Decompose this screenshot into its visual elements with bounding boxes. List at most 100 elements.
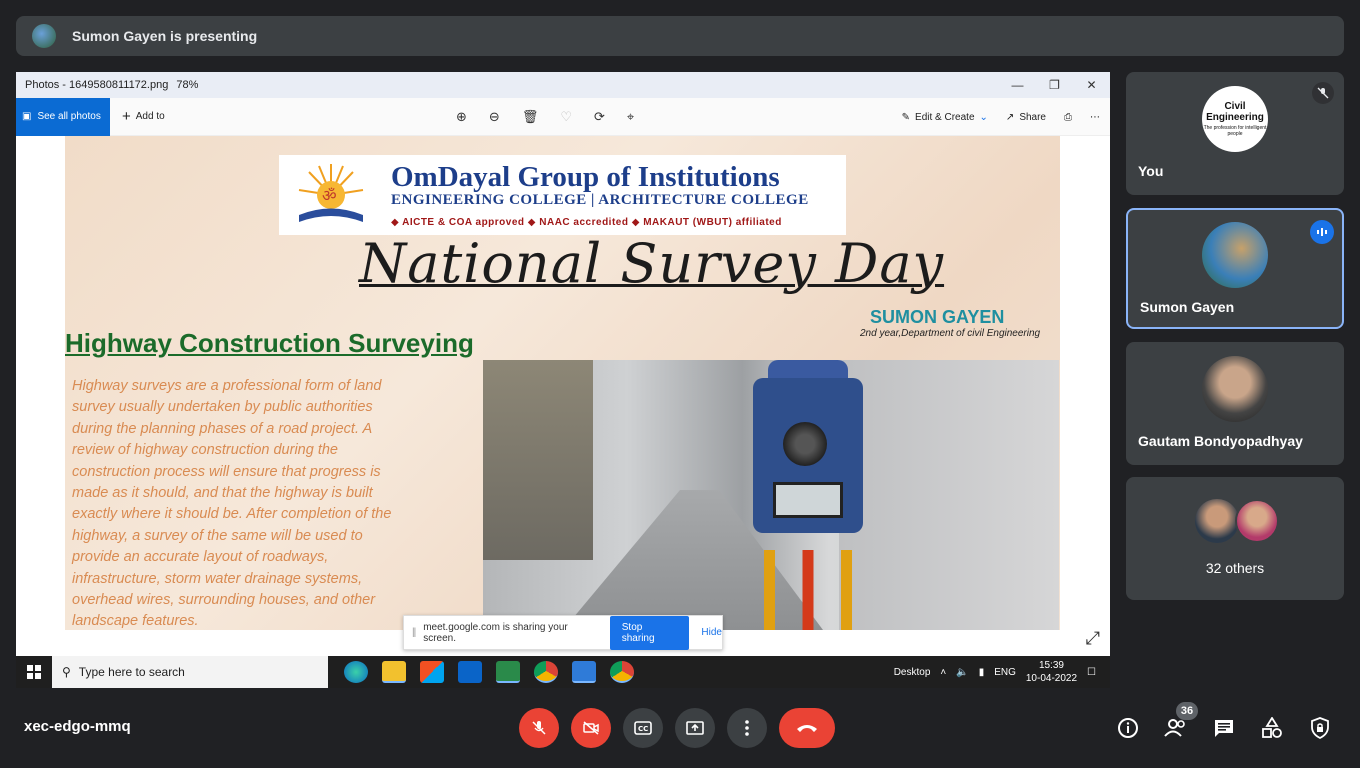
- clock-time: 15:39: [1038, 660, 1064, 671]
- windows-start-icon[interactable]: [16, 656, 52, 688]
- participant-name-others: 32 others: [1205, 560, 1265, 576]
- file-explorer-icon[interactable]: [382, 661, 406, 683]
- zoom-level: 78%: [176, 79, 199, 91]
- logo-title: OmDayal Group of Institutions: [391, 161, 780, 193]
- close-icon[interactable]: ✕: [1073, 72, 1110, 98]
- rotate-icon[interactable]: ⟳: [594, 109, 605, 125]
- captions-button[interactable]: CC: [623, 708, 663, 748]
- present-icon: [686, 721, 704, 735]
- shared-screen: Photos - 1649580811172.png 78% — ❐ ✕ ▣ S…: [16, 72, 1110, 688]
- meeting-details-button[interactable]: [1116, 714, 1140, 742]
- activities-button[interactable]: [1260, 714, 1284, 742]
- zoom-in-icon[interactable]: ⊕: [456, 109, 467, 125]
- mic-off-icon: [1312, 82, 1334, 104]
- see-all-label: See all photos: [37, 111, 101, 122]
- presenting-bar[interactable]: Sumon Gayen is presenting: [16, 16, 1344, 56]
- speaking-indicator-icon: [1310, 220, 1334, 244]
- expand-icon[interactable]: ⤢: [1086, 628, 1100, 649]
- battery-icon[interactable]: ▮: [979, 667, 985, 678]
- host-controls-button[interactable]: [1308, 714, 1332, 742]
- shield-lock-icon: [1311, 717, 1329, 739]
- you-avatar: Civil Engineering The profession for int…: [1202, 86, 1268, 152]
- share-icon: ↗: [1005, 111, 1015, 123]
- you-avatar-text: Civil Engineering: [1206, 101, 1264, 123]
- minimize-icon[interactable]: —: [999, 72, 1036, 98]
- surveying-photo: [483, 360, 1059, 630]
- photos-toolbar: ▣ See all photos + Add to ⊕ ⊖ 🗑 ♡ ⟳ ⌖ ✎ …: [16, 97, 1110, 136]
- zoom-out-icon[interactable]: ⊖: [489, 109, 500, 125]
- logo-subtitle: ENGINEERING COLLEGE | ARCHITECTURE COLLE…: [391, 192, 809, 208]
- people-icon: [1164, 719, 1185, 737]
- meeting-code: xec-edgo-mmq: [24, 718, 131, 735]
- chrome-icon-2[interactable]: [610, 661, 634, 683]
- desktop-label[interactable]: Desktop: [894, 667, 931, 678]
- participant-name-sumon-gayen: Sumon Gayen: [1140, 299, 1235, 315]
- edge-icon[interactable]: [344, 661, 368, 683]
- people-count-badge: 36: [1176, 702, 1198, 720]
- institution-logo: ॐ OmDayal Group of Institutions ENGINEER…: [279, 155, 846, 235]
- participant-tile-others[interactable]: 32 others: [1126, 477, 1344, 600]
- present-screen-button[interactable]: [675, 708, 715, 748]
- volume-icon[interactable]: 🔈: [956, 667, 968, 678]
- taskbar-search-input[interactable]: ⚲ Type here to search: [52, 656, 328, 688]
- search-icon: ⚲: [62, 665, 71, 679]
- mic-off-icon: [532, 721, 546, 735]
- chrome-icon[interactable]: [534, 661, 558, 683]
- add-to-label: Add to: [135, 111, 165, 122]
- drag-handle-icon[interactable]: ||: [412, 627, 416, 638]
- svg-text:ॐ: ॐ: [322, 186, 337, 205]
- edit-create-label: Edit & Create: [915, 111, 975, 123]
- participant-tile-gautam[interactable]: Gautam Bondyopadhyay: [1126, 342, 1344, 465]
- print-icon[interactable]: ⎙: [1064, 112, 1072, 123]
- participant-tile-sumon-gayen[interactable]: Sumon Gayen: [1126, 208, 1344, 329]
- slide-heading: Highway Construction Surveying: [65, 328, 474, 358]
- edit-create-button[interactable]: ✎ Edit & Create ⌄: [902, 112, 988, 123]
- people-button[interactable]: 36: [1164, 702, 1198, 742]
- taskbar-clock[interactable]: 15:39 10-04-2022: [1026, 659, 1077, 685]
- chat-button[interactable]: [1212, 714, 1236, 742]
- camera-toggle-button[interactable]: [571, 708, 611, 748]
- delete-icon[interactable]: 🗑: [522, 109, 539, 125]
- edit-icon: ✎: [901, 111, 911, 123]
- clock-date: 10-04-2022: [1025, 673, 1078, 684]
- logo-approvals: ◆ AICTE & COA approved ◆ NAAC accredited…: [391, 217, 782, 228]
- crop-icon[interactable]: ⌖: [627, 109, 634, 125]
- mail-icon[interactable]: [458, 661, 482, 683]
- sumon-gayen-avatar: [1202, 222, 1268, 288]
- presenter-avatar: [32, 24, 56, 48]
- favorite-icon[interactable]: ♡: [560, 109, 572, 125]
- store-icon[interactable]: [420, 661, 444, 683]
- info-icon: [1118, 718, 1138, 738]
- more-icon[interactable]: ⋯: [1090, 112, 1100, 123]
- leave-call-button[interactable]: [779, 708, 835, 748]
- slide-script-title: National Survey Day: [359, 232, 945, 295]
- hide-link[interactable]: Hide: [701, 627, 722, 638]
- notifications-icon[interactable]: ☐: [1087, 667, 1096, 678]
- photos-titlebar: Photos - 1649580811172.png 78% — ❐ ✕: [16, 72, 1110, 98]
- participant-tile-you[interactable]: Civil Engineering The profession for int…: [1126, 72, 1344, 195]
- camera-off-icon: [583, 721, 599, 735]
- mic-toggle-button[interactable]: [519, 708, 559, 748]
- slide-author-dept: 2nd year,Department of civil Engineering: [860, 328, 1041, 339]
- share-label: Share: [1019, 111, 1046, 123]
- slide-author: SUMON GAYEN: [870, 307, 1005, 327]
- plus-icon: +: [122, 108, 131, 125]
- more-options-button[interactable]: [727, 708, 767, 748]
- add-to-button[interactable]: + Add to: [122, 108, 165, 125]
- side-controls: 36: [1116, 702, 1332, 742]
- slide-image: ॐ OmDayal Group of Institutions ENGINEER…: [65, 136, 1060, 630]
- svg-text:CC: CC: [638, 725, 648, 733]
- restore-icon[interactable]: ❐: [1036, 72, 1073, 98]
- photos-app-icon[interactable]: [572, 661, 596, 683]
- gautam-avatar: [1202, 356, 1268, 422]
- share-button[interactable]: ↗ Share: [1006, 112, 1046, 123]
- activities-icon: [1262, 717, 1282, 738]
- sharing-notice-text: meet.google.com is sharing your screen.: [423, 621, 568, 644]
- language-indicator[interactable]: ENG: [994, 667, 1016, 678]
- excel-icon[interactable]: [496, 661, 520, 683]
- tray-chevron-icon[interactable]: ˄: [940, 667, 946, 678]
- stop-sharing-button[interactable]: Stop sharing: [609, 615, 690, 650]
- see-all-photos-button[interactable]: ▣ See all photos: [16, 97, 110, 136]
- meeting-controls: CC: [519, 708, 835, 748]
- participant-name-you: You: [1138, 163, 1164, 179]
